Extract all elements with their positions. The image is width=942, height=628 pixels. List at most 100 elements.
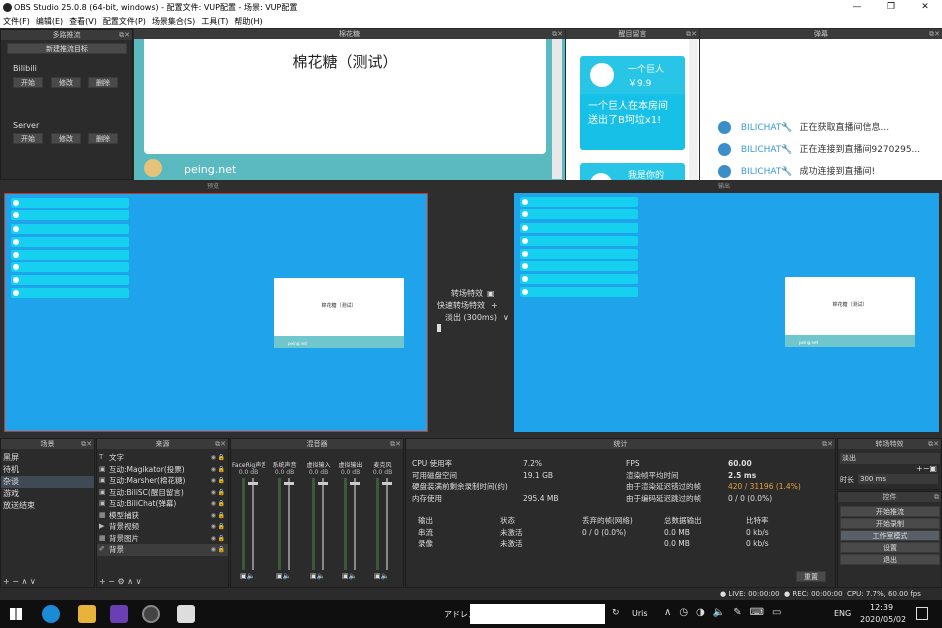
lock-icon[interactable]: 🔒: [218, 498, 225, 510]
volume-fader[interactable]: [318, 482, 328, 485]
settings-button[interactable]: 设置: [840, 542, 940, 553]
preview-overlay-bar: [11, 198, 129, 208]
start-streaming-button[interactable]: 开始推流: [840, 506, 940, 517]
window-title: OBS Studio 25.0.8 (64-bit, windows) - 配置…: [14, 3, 298, 12]
notification-icon[interactable]: [916, 607, 928, 620]
menu-scene-collection[interactable]: 场景集合(S): [149, 16, 198, 27]
app-taskbar-icon[interactable]: [177, 605, 195, 623]
superchat-scrollbar[interactable]: [689, 39, 698, 180]
transition-row-2[interactable]: 快速转场特效 +: [437, 300, 498, 311]
windows-start-icon[interactable]: [10, 608, 22, 620]
source-item[interactable]: T 文字 ◉ 🔒: [97, 452, 228, 464]
mute-speaker-icon[interactable]: ▣🔈: [374, 572, 389, 580]
target-name-bilibili: Bilibili: [13, 64, 37, 73]
source-item[interactable]: ▶ 背景视频 ◉ 🔒: [97, 521, 228, 533]
eye-icon[interactable]: ◉: [211, 475, 216, 487]
refresh-icon[interactable]: ↻: [612, 608, 620, 618]
volume-fader[interactable]: [350, 482, 360, 485]
reset-stats-button[interactable]: 重置: [796, 571, 826, 582]
scene-item-selected[interactable]: 杂谈: [1, 476, 94, 488]
tray-icons[interactable]: ∧◷◑🔈✎⌨▭: [664, 607, 789, 618]
language-indicator[interactable]: ENG: [834, 609, 851, 618]
menu-help[interactable]: 帮助(H): [231, 16, 265, 27]
eye-icon[interactable]: ◉: [211, 464, 216, 476]
scene-item[interactable]: 游戏: [1, 488, 94, 500]
scenes-list: 黑屏 待机 杂谈 游戏 放送结束: [1, 449, 94, 512]
live-indicator: ● LIVE: 00:00:00: [720, 590, 780, 598]
obs-taskbar-icon[interactable]: [142, 605, 160, 623]
transition-row-1[interactable]: 转场特效 ▣: [451, 288, 495, 299]
minimize-button[interactable]: —: [840, 0, 874, 15]
eye-icon[interactable]: ◉: [211, 498, 216, 510]
menu-tools[interactable]: 工具(T): [198, 16, 231, 27]
scene-item[interactable]: 待机: [1, 464, 94, 476]
exit-button[interactable]: 退出: [840, 554, 940, 565]
channel-db: 0.0 dB: [308, 469, 329, 476]
eye-icon[interactable]: ◉: [211, 533, 216, 545]
lock-icon[interactable]: 🔒: [218, 475, 225, 487]
mute-speaker-icon[interactable]: ▣🔈: [276, 572, 291, 580]
eye-icon[interactable]: ◉: [211, 487, 216, 499]
server-delete-button[interactable]: 删除: [88, 133, 118, 144]
new-target-button[interactable]: 新建推流目标: [7, 43, 127, 54]
lock-icon[interactable]: 🔒: [218, 544, 225, 556]
preview-canvas[interactable]: 棉花糖（测试） peing.net: [4, 193, 428, 432]
server-edit-button[interactable]: 修改: [51, 133, 81, 144]
lock-icon[interactable]: 🔒: [218, 521, 225, 533]
volume-fader[interactable]: [382, 482, 392, 485]
lock-icon[interactable]: 🔒: [218, 487, 225, 499]
menu-profile[interactable]: 配置文件(P): [100, 16, 149, 27]
transition-add-remove[interactable]: +−▣: [916, 464, 937, 473]
edge-icon[interactable]: [42, 605, 60, 623]
bilibili-delete-button[interactable]: 删除: [88, 77, 118, 88]
channel-db: 0.0 dB: [274, 469, 295, 476]
eye-icon[interactable]: ◉: [211, 544, 216, 556]
maximize-button[interactable]: ❐: [874, 0, 908, 15]
address-input[interactable]: [470, 604, 605, 624]
preview-card-foot: peing.net: [288, 341, 308, 346]
source-item[interactable]: ▦ 模型捕获 ◉ 🔒: [97, 510, 228, 522]
source-item[interactable]: ▣ 互动:BiliChat(弹幕) ◉ 🔒: [97, 498, 228, 510]
source-item[interactable]: ▣ 互动:BiliSC(醒目留言) ◉ 🔒: [97, 487, 228, 499]
mute-speaker-icon[interactable]: ▣🔈: [240, 572, 255, 580]
transition-slider[interactable]: [437, 324, 441, 332]
eye-icon[interactable]: ◉: [211, 510, 216, 522]
server-start-button[interactable]: 开始: [13, 133, 43, 144]
scene-item[interactable]: 放送结束: [1, 500, 94, 512]
studio-mode-button[interactable]: 工作室模式: [840, 530, 940, 541]
menu-edit[interactable]: 编辑(E): [33, 16, 66, 27]
mute-speaker-icon[interactable]: ▣🔈: [310, 572, 325, 580]
source-item[interactable]: ▣ 互动:Magikator(投票) ◉ 🔒: [97, 464, 228, 476]
stream-targets-dock: 多路推流 ⧉✕ 新建推流目标 Bilibili 开始 修改 删除 Server 开…: [0, 29, 133, 180]
volume-fader[interactable]: [284, 482, 294, 485]
scenes-toolbar[interactable]: + − ∧ ∨: [3, 577, 36, 586]
bilibili-edit-button[interactable]: 修改: [51, 77, 81, 88]
menu-file[interactable]: 文件(F): [0, 16, 33, 27]
transition-select[interactable]: 淡出: [840, 453, 940, 464]
bilibili-start-button[interactable]: 开始: [13, 77, 43, 88]
eye-icon[interactable]: ◉: [211, 521, 216, 533]
mianhuatang-dock: 棉花糖 ⧉✕ 棉花糖（测试） peing.net: [134, 29, 565, 180]
source-item[interactable]: ✐ 背景 ◉ 🔒: [97, 544, 228, 556]
close-button[interactable]: ✕: [908, 0, 942, 15]
start-recording-button[interactable]: 开始录制: [840, 518, 940, 529]
scene-item[interactable]: 黑屏: [1, 452, 94, 464]
lock-icon[interactable]: 🔒: [218, 510, 225, 522]
mianhuatang-scrollbar[interactable]: [552, 39, 562, 179]
lock-icon[interactable]: 🔒: [218, 464, 225, 476]
source-item[interactable]: ▣ 互动:Marsher(棉花糖) ◉ 🔒: [97, 475, 228, 487]
source-item[interactable]: ▦ 背景图片 ◉ 🔒: [97, 533, 228, 545]
transition-row-3[interactable]: 淡出 (300ms) ∨: [445, 312, 509, 323]
duration-input[interactable]: 300 ms: [858, 474, 938, 484]
visual-studio-icon[interactable]: [110, 605, 128, 623]
menu-view[interactable]: 查看(V): [66, 16, 100, 27]
lock-icon[interactable]: 🔒: [218, 452, 225, 464]
lock-icon[interactable]: 🔒: [218, 533, 225, 545]
clock-time[interactable]: 12:39: [870, 603, 893, 612]
sources-toolbar[interactable]: + − ⚙ ∧ ∨: [99, 577, 141, 586]
clock-date[interactable]: 2020/05/02: [860, 615, 906, 624]
file-explorer-icon[interactable]: [78, 605, 96, 623]
volume-fader[interactable]: [248, 482, 258, 485]
eye-icon[interactable]: ◉: [211, 452, 216, 464]
mute-speaker-icon[interactable]: ▣🔈: [342, 572, 357, 580]
